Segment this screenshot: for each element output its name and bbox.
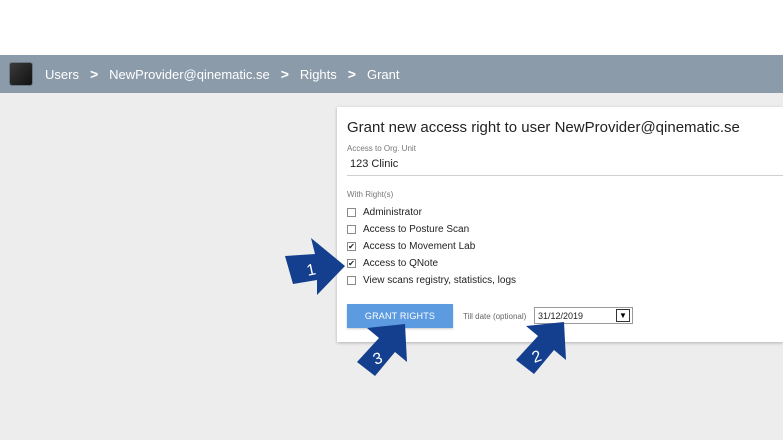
checkbox-view-registry[interactable] <box>347 275 356 285</box>
checkbox-posture-scan[interactable] <box>347 224 356 234</box>
breadcrumb: Users > NewProvider@qinematic.se > Right… <box>0 55 783 93</box>
chevron-right-icon: > <box>347 66 356 82</box>
org-unit-label: Access to Org. Unit <box>347 144 416 153</box>
right-label: Access to Movement Lab <box>363 240 476 252</box>
right-label: Access to QNote <box>363 257 439 269</box>
right-view-registry[interactable]: View scans registry, statistics, logs <box>347 273 516 287</box>
annotation-arrow-1-icon: 1 <box>285 238 345 295</box>
org-unit-field[interactable]: 123 Clinic <box>350 158 398 170</box>
annotation-arrow-2-icon: 2 <box>516 322 566 374</box>
app-logo-icon[interactable] <box>10 63 32 85</box>
right-label: Access to Posture Scan <box>363 223 470 235</box>
checkbox-movement-lab[interactable]: ✔ <box>347 241 356 251</box>
annotation-arrow-3-icon: 3 <box>357 324 407 376</box>
grant-rights-panel: Grant new access right to user NewProvid… <box>337 107 783 342</box>
breadcrumb-user[interactable]: NewProvider@qinematic.se <box>109 67 270 82</box>
checkbox-qnote[interactable]: ✔ <box>347 258 356 268</box>
till-date-value: 31/12/2019 <box>538 310 584 321</box>
checkbox-administrator[interactable] <box>347 207 356 217</box>
breadcrumb-users[interactable]: Users <box>45 67 79 82</box>
checkmark-icon: ✔ <box>348 258 355 268</box>
breadcrumb-rights[interactable]: Rights <box>300 67 337 82</box>
dropdown-arrow-icon[interactable]: ▼ <box>616 309 630 322</box>
right-posture-scan[interactable]: Access to Posture Scan <box>347 222 469 236</box>
right-movement-lab[interactable]: ✔ Access to Movement Lab <box>347 239 475 253</box>
right-label: Administrator <box>363 206 422 218</box>
chevron-right-icon: > <box>89 66 99 82</box>
checkmark-icon: ✔ <box>348 241 355 251</box>
panel-title: Grant new access right to user NewProvid… <box>347 119 740 136</box>
org-unit-underline <box>347 175 783 176</box>
right-label: View scans registry, statistics, logs <box>363 274 517 286</box>
top-whitespace <box>0 0 783 55</box>
rights-label: With Right(s) <box>347 190 394 199</box>
breadcrumb-grant: Grant <box>366 66 400 82</box>
chevron-right-icon: > <box>280 66 289 82</box>
right-qnote[interactable]: ✔ Access to QNote <box>347 256 438 270</box>
right-administrator[interactable]: Administrator <box>347 205 422 219</box>
